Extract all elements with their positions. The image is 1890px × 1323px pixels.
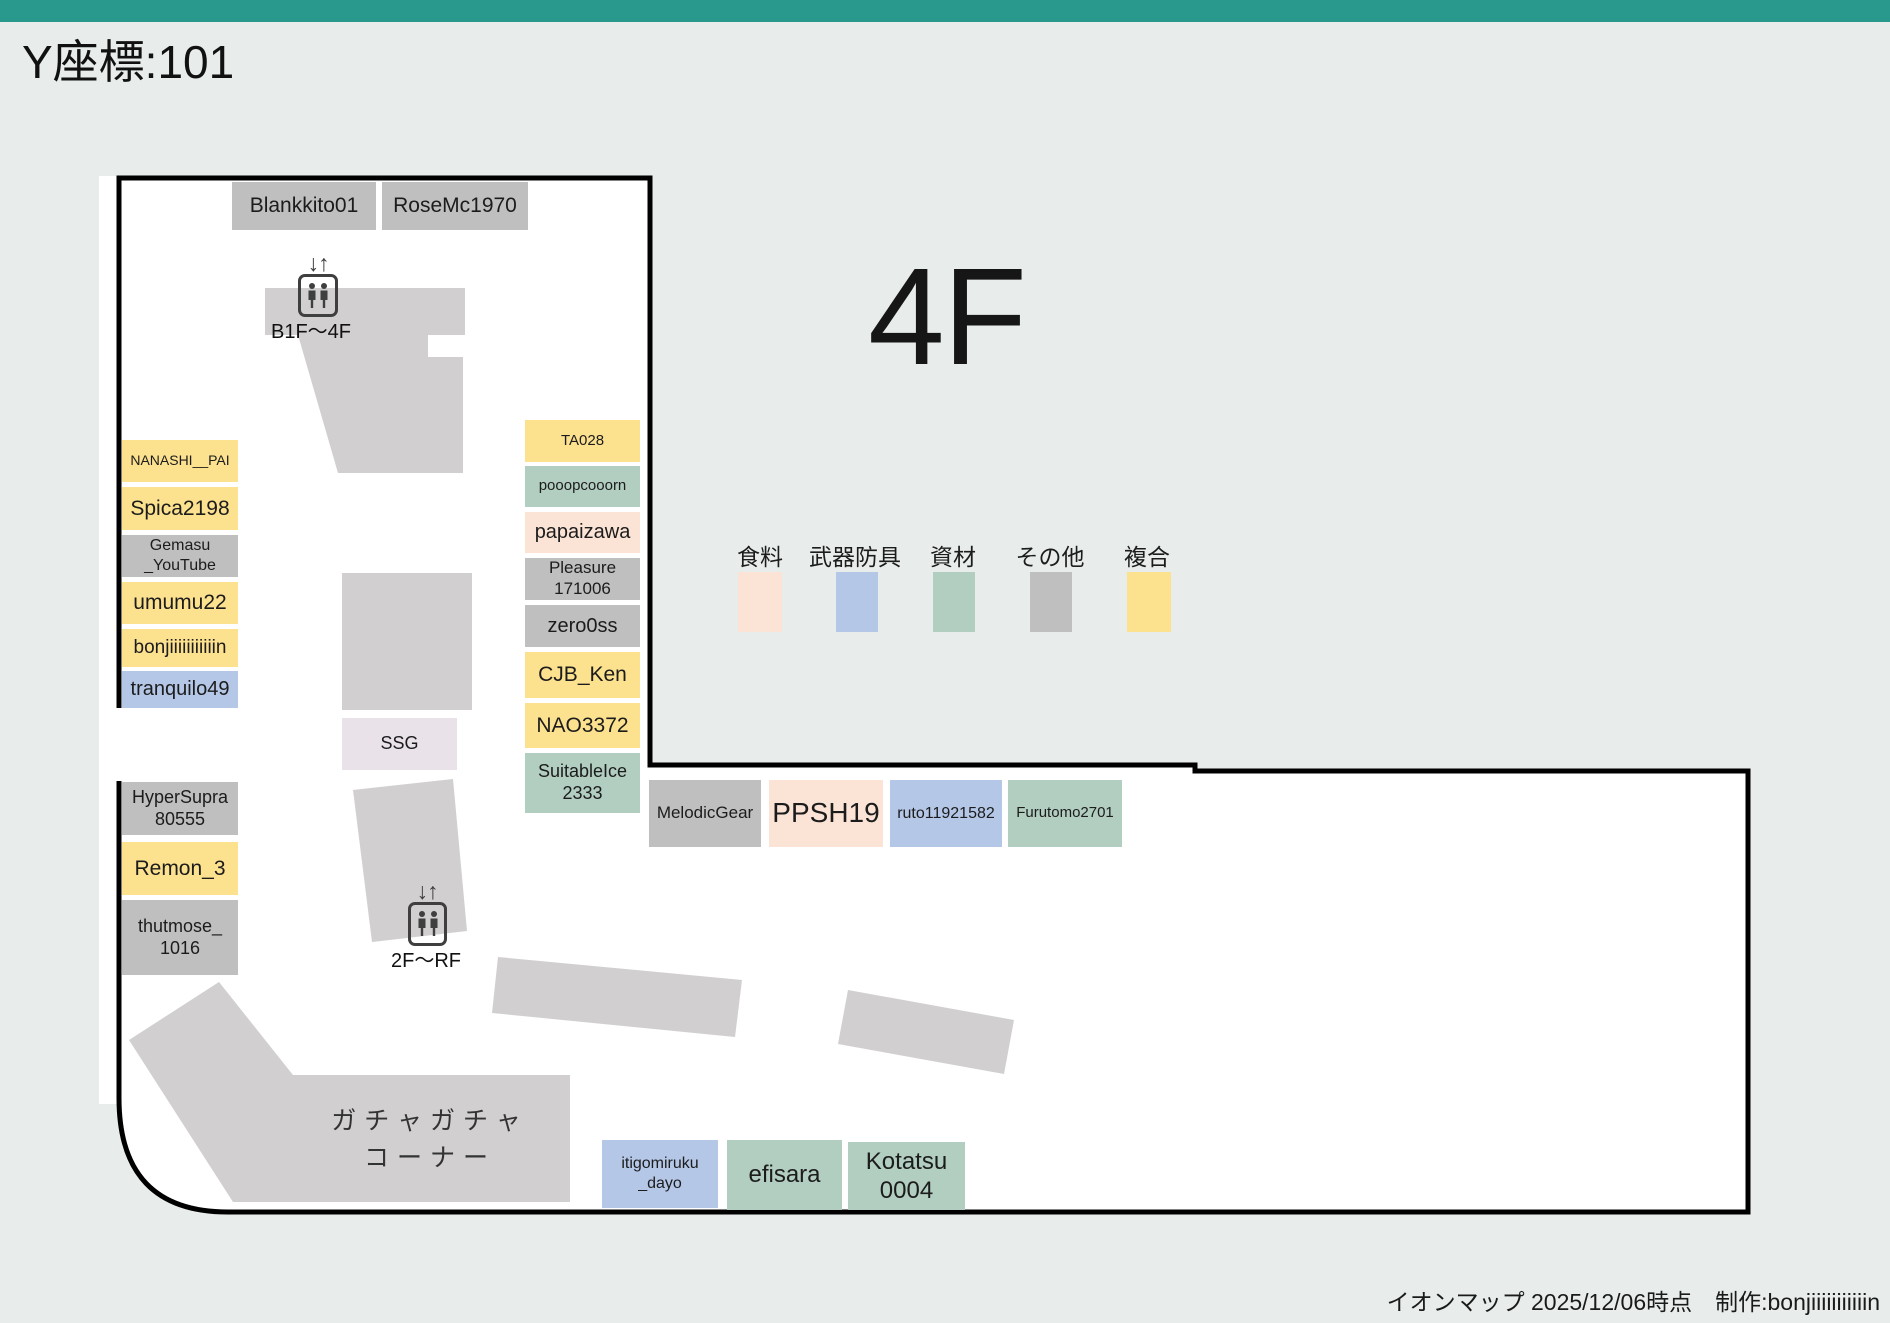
shop-efisara[interactable]: efisara: [727, 1140, 842, 1210]
shop-papaizawa[interactable]: papaizawa: [525, 512, 640, 553]
elevator-arrows-icon: ↓↑: [295, 250, 341, 277]
shop-blankkito01[interactable]: Blankkito01: [232, 182, 376, 230]
floor-number: 4F: [868, 238, 1088, 398]
legend-label-mixed: 複合: [1087, 538, 1207, 566]
shop-tranquilo49[interactable]: tranquilo49: [122, 671, 238, 708]
gacha-corner-label: ガチャガチャ コーナー: [295, 1095, 565, 1185]
shop-bonjin[interactable]: bonjiiiiiiiiiiin: [122, 629, 238, 667]
shop-hypersupra80555[interactable]: HyperSupra 80555: [122, 782, 238, 835]
shop-cjb-ken[interactable]: CJB_Ken: [525, 652, 640, 698]
legend-swatch-weapons: [836, 572, 878, 632]
shop-ssg[interactable]: SSG: [342, 718, 457, 770]
floor-map-page: Y座標:101 4F 食料 武器防具 資材 その他 複合: [0, 0, 1890, 1323]
shop-ta028[interactable]: TA028: [525, 420, 640, 462]
shop-nao3372[interactable]: NAO3372: [525, 703, 640, 748]
shop-pleasure171006[interactable]: Pleasure 171006: [525, 558, 640, 600]
left-wall-opening: [112, 708, 125, 781]
shop-pooopcooorn[interactable]: pooopcooorn: [525, 466, 640, 507]
shop-remon3[interactable]: Remon_3: [122, 842, 238, 895]
shop-suitableice2333[interactable]: SuitableIce 2333: [525, 753, 640, 813]
shop-zero0ss[interactable]: zero0ss: [525, 605, 640, 647]
shop-melodicgear[interactable]: MelodicGear: [649, 780, 761, 847]
legend-swatch-other: [1030, 572, 1072, 632]
credit-text: イオンマップ 2025/12/06時点 制作:bonjiiiiiiiiiiin: [1387, 1283, 1880, 1317]
shop-ruto11921582[interactable]: ruto11921582: [890, 780, 1002, 847]
shop-thutmose1016[interactable]: thutmose_ 1016: [122, 900, 238, 975]
corridor-center-block: [342, 573, 472, 710]
shop-gemasu-youtube[interactable]: Gemasu _YouTube: [122, 535, 238, 577]
shop-umumu22[interactable]: umumu22: [122, 582, 238, 624]
elevator-icon: [408, 902, 447, 946]
elevator-people-icon: [414, 909, 442, 939]
shop-furutomo2701[interactable]: Furutomo2701: [1008, 780, 1122, 847]
elevator-range-label: 2F〜RF: [384, 944, 468, 973]
legend-swatch-materials: [933, 572, 975, 632]
elevator-icon: [298, 274, 338, 317]
shop-spica2198[interactable]: Spica2198: [122, 487, 238, 530]
elevator-range-label: B1F〜4F: [258, 315, 364, 344]
shop-rosemc1970[interactable]: RoseMc1970: [382, 182, 528, 230]
legend-swatch-food: [738, 572, 782, 632]
shop-itigomiruku-dayo[interactable]: itigomiruku _dayo: [602, 1140, 718, 1208]
elevator-people-icon: [304, 281, 332, 311]
shop-ppsh19[interactable]: PPSH19: [769, 780, 883, 847]
elevator-arrows-icon: ↓↑: [404, 878, 450, 905]
legend-swatch-mixed: [1127, 572, 1171, 632]
shop-kotatsu0004[interactable]: Kotatsu 0004: [848, 1142, 965, 1210]
shop-nanashi-pai[interactable]: NANASHI__PAI: [122, 440, 238, 482]
